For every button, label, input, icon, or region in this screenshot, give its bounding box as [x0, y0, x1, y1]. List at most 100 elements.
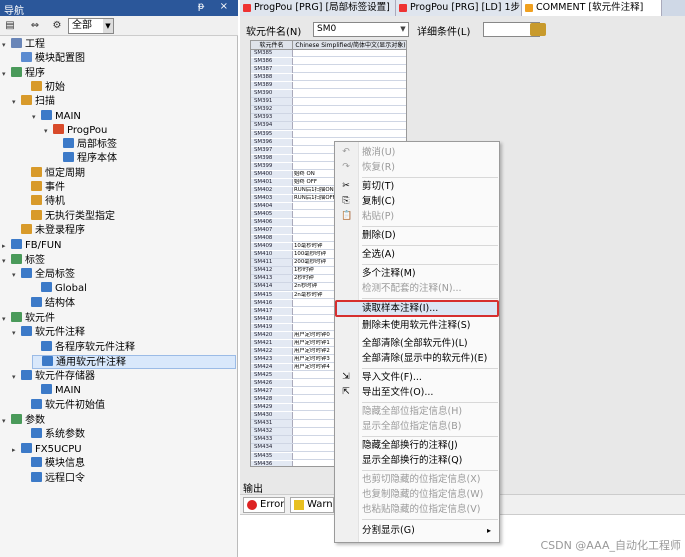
condition-settings-icon[interactable]	[530, 23, 546, 36]
comment-cell[interactable]	[293, 155, 335, 162]
expand-down-icon[interactable]: ▾	[2, 38, 10, 52]
expand-down-icon[interactable]: ▾	[2, 67, 10, 81]
tree-item[interactable]: MAIN	[32, 384, 81, 398]
editor-tab[interactable]: COMMENT [软元件注释]	[522, 0, 662, 16]
comment-cell[interactable]	[293, 453, 335, 460]
tree-item[interactable]: Global	[32, 282, 87, 296]
comment-cell[interactable]	[293, 139, 335, 146]
table-row[interactable]: SM386	[251, 58, 406, 66]
tree-item[interactable]: 模块配置图	[12, 52, 85, 66]
menu-item-read-sample-comment[interactable]: 读取样本注释(I)...	[335, 300, 499, 317]
tree-item[interactable]: 程序本体	[54, 152, 117, 166]
tree-item[interactable]: ▾ 软元件注释	[12, 326, 85, 340]
tree-item[interactable]: 待机	[22, 195, 65, 209]
comment-cell[interactable]: 用户定时时钟1	[293, 340, 335, 347]
comment-cell[interactable]	[293, 396, 335, 403]
comment-cell[interactable]: 10毫秒时钟	[293, 243, 335, 250]
comment-cell[interactable]: RUN后1扫描OFF	[293, 195, 335, 202]
comment-cell[interactable]	[293, 50, 335, 57]
comment-cell[interactable]	[293, 98, 335, 105]
tree-item[interactable]: ▾ 参数	[2, 414, 45, 428]
warning-filter-button[interactable]: Warni	[290, 497, 334, 513]
menu-item[interactable]: ↷ 恢复(R)	[335, 160, 499, 175]
comment-cell[interactable]	[293, 90, 335, 97]
menu-item[interactable]: ⎘ 复制(C)	[335, 194, 499, 209]
table-row[interactable]: SM389	[251, 82, 406, 90]
tree-item[interactable]: 远程口令	[22, 472, 85, 486]
comment-cell[interactable]: 100毫秒时钟	[293, 251, 335, 258]
expand-down-icon[interactable]: ▾	[2, 312, 10, 326]
menu-item[interactable]: 隐藏全部换行的注释(J)	[335, 438, 499, 453]
menu-item[interactable]: ⇲ 导入文件(F)...	[335, 370, 499, 385]
tree-item[interactable]: 事件	[22, 181, 65, 195]
table-row[interactable]: SM388	[251, 74, 406, 82]
editor-tab[interactable]: ProgPou [PRG] [局部标签设置]	[240, 0, 396, 16]
comment-cell[interactable]	[293, 219, 335, 226]
tree-item[interactable]: ▾ 标签	[2, 254, 45, 268]
tree-item[interactable]: ▾ MAIN	[32, 110, 81, 124]
menu-item[interactable]: 检测不配套的注释(N)...	[335, 281, 499, 296]
comment-cell[interactable]	[293, 324, 335, 331]
comment-cell[interactable]	[293, 163, 335, 170]
comment-cell[interactable]	[293, 316, 335, 323]
tree-item[interactable]: 初始	[22, 81, 65, 95]
menu-item[interactable]: 显示全部换行的注释(Q)	[335, 453, 499, 468]
comment-cell[interactable]	[293, 66, 335, 73]
comment-cell[interactable]	[293, 58, 335, 65]
tree-item[interactable]: 无执行类型指定	[22, 210, 115, 224]
nav-filter-select[interactable]: 全部 ▼	[68, 18, 114, 34]
tree-item[interactable]: ▾ 工程	[2, 38, 45, 52]
tree-item[interactable]: 未登录程序	[12, 224, 85, 238]
comment-cell[interactable]	[293, 412, 335, 419]
menu-item[interactable]: 显示全部位指定信息(B)	[335, 419, 499, 434]
tree-item[interactable]: ▾ 软元件	[2, 312, 55, 326]
comment-cell[interactable]	[293, 211, 335, 218]
tree-item[interactable]: 系统参数	[22, 428, 85, 442]
comment-cell[interactable]	[293, 203, 335, 210]
comment-cell[interactable]	[293, 122, 335, 129]
menu-item[interactable]: ⇱ 导出至文件(O)...	[335, 385, 499, 400]
comment-cell[interactable]	[293, 404, 335, 411]
comment-cell[interactable]: 200毫秒时钟	[293, 259, 335, 266]
editor-tab[interactable]: ProgPou [PRG] [LD] 1步	[396, 0, 522, 16]
collapse-all-icon[interactable]: ▤	[3, 19, 17, 33]
comment-cell[interactable]: 用户定时时钟3	[293, 356, 335, 363]
menu-item[interactable]: 也复制隐藏的位指定信息(W)	[335, 487, 499, 502]
comment-cell[interactable]: 2秒时钟	[293, 275, 335, 282]
comment-cell[interactable]	[293, 428, 335, 435]
table-row[interactable]: SM387	[251, 66, 406, 74]
device-name-input[interactable]: SM0 ▼	[313, 22, 409, 37]
comment-cell[interactable]	[293, 308, 335, 315]
tree-item[interactable]: ▾ 全局标签	[12, 268, 75, 282]
expand-down-icon[interactable]: ▾	[12, 370, 20, 384]
comment-cell[interactable]	[293, 114, 335, 121]
filter-tree-icon[interactable]: ⇔	[28, 19, 42, 33]
comment-cell[interactable]	[293, 131, 335, 138]
table-row[interactable]: SM395	[251, 130, 406, 138]
tree-item[interactable]: 结构体	[22, 297, 75, 311]
comment-cell[interactable]	[293, 420, 335, 427]
menu-item[interactable]: 全部清除(全部软元件)(L)	[335, 336, 499, 351]
expand-down-icon[interactable]: ▾	[12, 326, 20, 340]
tree-item[interactable]: ▸ FX5UCPU	[12, 443, 82, 457]
error-filter-button[interactable]: Error	[243, 497, 285, 513]
expand-down-icon[interactable]: ▾	[2, 254, 10, 268]
menu-item[interactable]: 📋 粘贴(P)	[335, 209, 499, 224]
expand-down-icon[interactable]: ▾	[12, 95, 20, 109]
expand-down-icon[interactable]: ▾	[12, 268, 20, 282]
comment-cell[interactable]	[293, 461, 335, 466]
comment-cell[interactable]	[293, 227, 335, 234]
tree-item[interactable]: 恒定周期	[22, 167, 85, 181]
comment-cell[interactable]: 用户定时时钟4	[293, 364, 335, 371]
expand-down-icon[interactable]: ▾	[44, 124, 52, 138]
table-row[interactable]: SM391	[251, 98, 406, 106]
menu-item[interactable]: 分割显示(G) ▸	[335, 523, 499, 538]
table-row[interactable]: SM392	[251, 106, 406, 114]
tree-item[interactable]: ▾ 程序	[2, 67, 45, 81]
comment-cell[interactable]: 始终 OFF	[293, 179, 335, 186]
tree-item[interactable]: ▾ 软元件存储器	[12, 370, 95, 384]
tree-item[interactable]: 各程序软元件注释	[32, 341, 135, 355]
tree-item[interactable]: ▾ 扫描	[12, 95, 55, 109]
comment-cell[interactable]: 1秒时钟	[293, 267, 335, 274]
comment-cell[interactable]	[293, 235, 335, 242]
